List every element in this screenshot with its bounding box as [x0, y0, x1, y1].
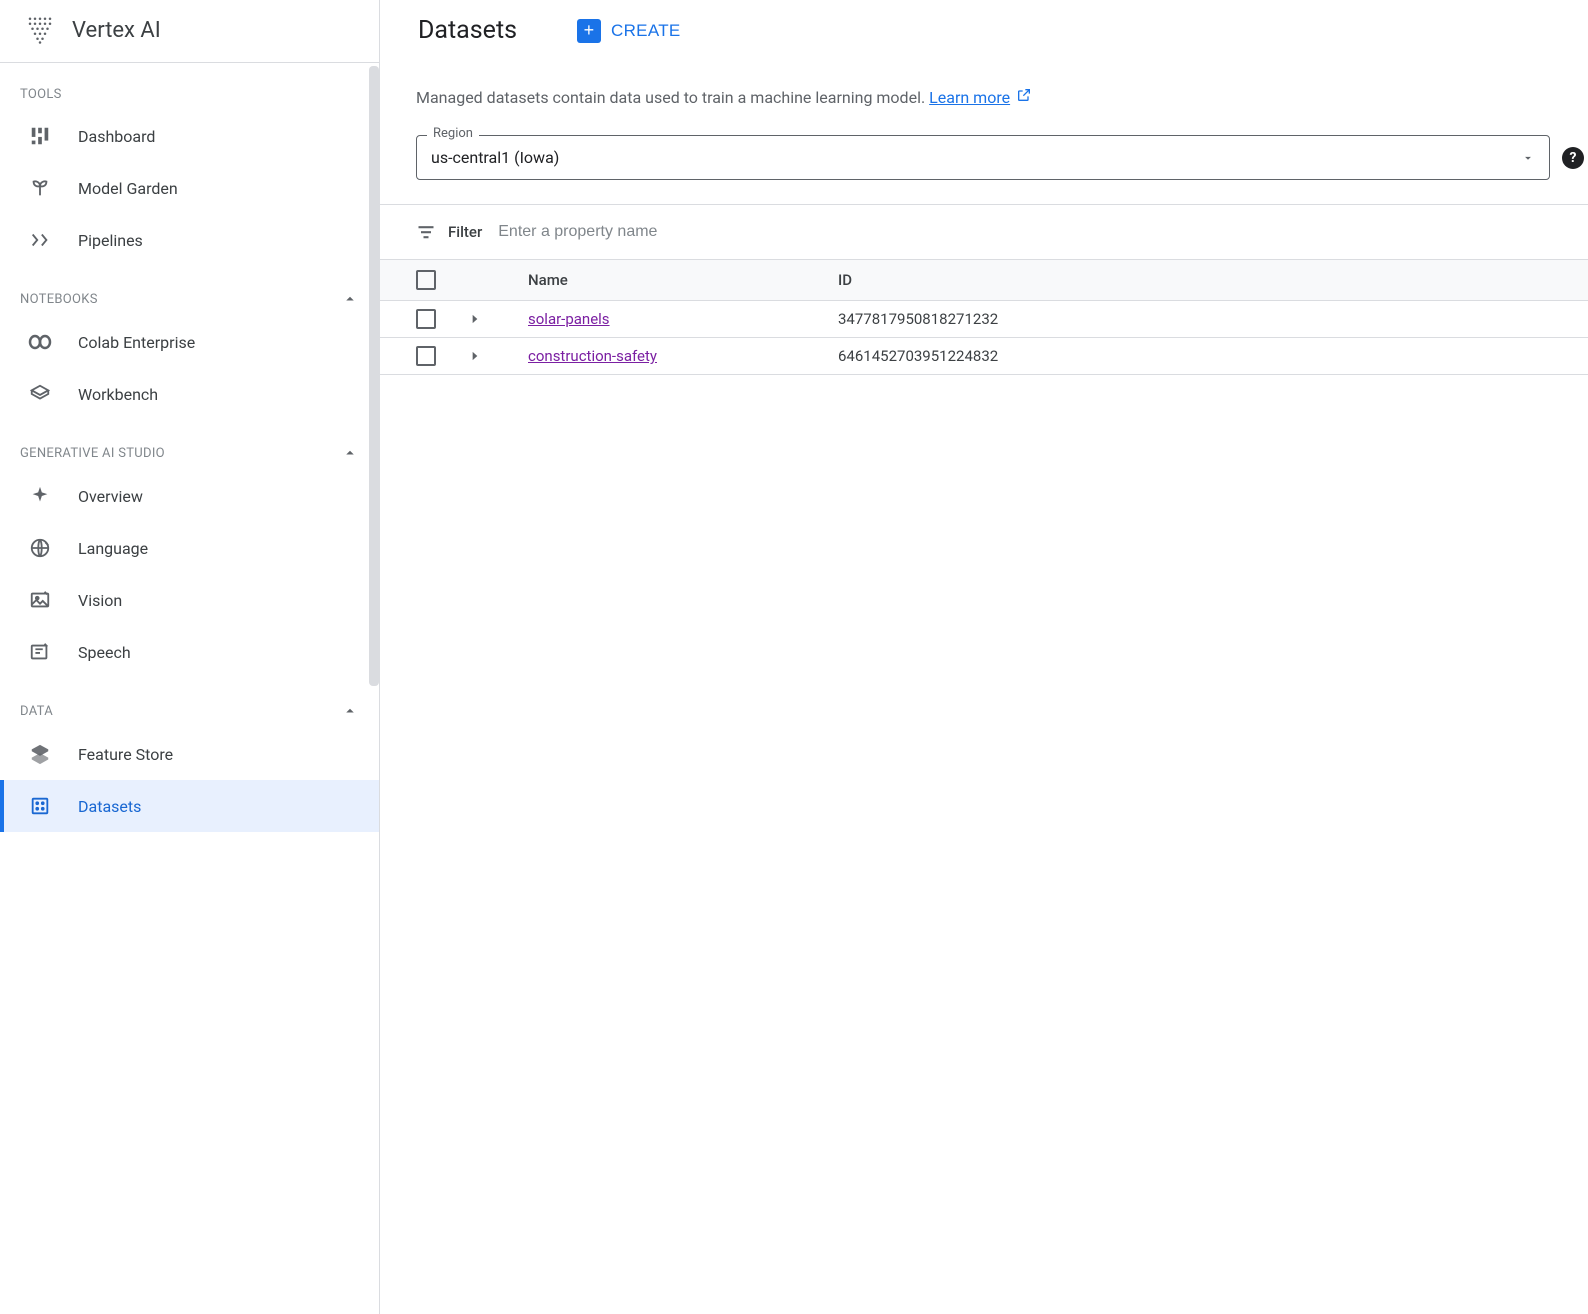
- chevron-up-icon: [341, 290, 359, 308]
- sidebar-item-datasets[interactable]: Datasets: [0, 780, 379, 832]
- region-row: Region us-central1 (Iowa) ?: [380, 107, 1588, 205]
- sidebar-item-label: Feature Store: [78, 745, 173, 764]
- sidebar-item-label: Model Garden: [78, 179, 178, 198]
- row-checkbox[interactable]: [416, 309, 436, 329]
- language-icon: [28, 536, 52, 560]
- main-content: Datasets + CREATE Managed datasets conta…: [380, 0, 1588, 1314]
- sidebar-item-label: Dashboard: [78, 127, 155, 146]
- select-all-checkbox[interactable]: [416, 270, 436, 290]
- dropdown-arrow-icon: [1521, 151, 1535, 165]
- help-icon[interactable]: ?: [1562, 147, 1584, 169]
- learn-more-link[interactable]: Learn more: [929, 88, 1010, 107]
- page-title: Datasets: [418, 16, 517, 45]
- column-header-name[interactable]: Name: [528, 271, 838, 289]
- dataset-name-link[interactable]: solar-panels: [528, 310, 610, 328]
- sidebar-item-pipelines[interactable]: Pipelines: [0, 214, 379, 266]
- expand-arrow-icon[interactable]: [468, 312, 482, 326]
- region-field-label: Region: [427, 126, 479, 141]
- sidebar-item-label: Datasets: [78, 797, 141, 816]
- create-button[interactable]: + CREATE: [577, 19, 681, 43]
- section-label-tools: TOOLS: [0, 63, 379, 110]
- sidebar-item-label: Overview: [78, 487, 143, 506]
- workbench-icon: [28, 382, 52, 406]
- sidebar: Vertex AI TOOLS Dashboard Model Garden P…: [0, 0, 380, 1314]
- sidebar-item-feature-store[interactable]: Feature Store: [0, 728, 379, 780]
- colab-icon: [28, 330, 52, 354]
- feature-store-icon: [28, 742, 52, 766]
- dataset-id: 6461452703951224832: [838, 347, 1552, 365]
- region-value: us-central1 (Iowa): [431, 148, 559, 167]
- filter-icon: [416, 222, 436, 242]
- sidebar-item-label: Workbench: [78, 385, 158, 404]
- expand-arrow-icon[interactable]: [468, 349, 482, 363]
- table-header: Name ID: [380, 259, 1588, 301]
- plus-icon: +: [577, 19, 601, 43]
- section-label-notebooks[interactable]: NOTEBOOKS: [0, 266, 379, 316]
- sidebar-item-speech[interactable]: Speech: [0, 626, 379, 678]
- pipelines-icon: [28, 228, 52, 252]
- sidebar-item-label: Vision: [78, 591, 122, 610]
- sidebar-item-vision[interactable]: Vision: [0, 574, 379, 626]
- sidebar-item-colab-enterprise[interactable]: Colab Enterprise: [0, 316, 379, 368]
- filter-row: Filter: [380, 205, 1588, 259]
- sidebar-item-label: Speech: [78, 643, 131, 662]
- dashboard-icon: [28, 124, 52, 148]
- datasets-table: Name ID solar-panels 3477817950818271232: [380, 259, 1588, 375]
- vertex-ai-logo: [24, 14, 56, 46]
- sidebar-item-dashboard[interactable]: Dashboard: [0, 110, 379, 162]
- sprout-icon: [28, 176, 52, 200]
- region-select[interactable]: Region us-central1 (Iowa): [416, 135, 1550, 180]
- sidebar-item-label: Language: [78, 539, 148, 558]
- sidebar-item-language[interactable]: Language: [0, 522, 379, 574]
- filter-label: Filter: [448, 223, 482, 241]
- column-header-id[interactable]: ID: [838, 271, 1552, 289]
- sidebar-content: TOOLS Dashboard Model Garden Pipelines N…: [0, 63, 379, 1314]
- sidebar-item-overview[interactable]: Overview: [0, 470, 379, 522]
- main-body: Managed datasets contain data used to tr…: [380, 59, 1588, 375]
- dataset-id: 3477817950818271232: [838, 310, 1552, 328]
- datasets-icon: [28, 794, 52, 818]
- table-row: construction-safety 6461452703951224832: [380, 338, 1588, 375]
- description-text: Managed datasets contain data used to tr…: [380, 87, 1588, 107]
- vision-icon: [28, 588, 52, 612]
- section-label-gen-ai-studio[interactable]: GENERATIVE AI STUDIO: [0, 420, 379, 470]
- section-label-data[interactable]: DATA: [0, 678, 379, 728]
- external-link-icon: [1016, 88, 1032, 107]
- chevron-up-icon: [341, 702, 359, 720]
- sidebar-item-workbench[interactable]: Workbench: [0, 368, 379, 420]
- sidebar-item-label: Pipelines: [78, 231, 143, 250]
- sidebar-item-model-garden[interactable]: Model Garden: [0, 162, 379, 214]
- row-checkbox[interactable]: [416, 346, 436, 366]
- sidebar-header: Vertex AI: [0, 0, 379, 63]
- dataset-name-link[interactable]: construction-safety: [528, 347, 657, 365]
- sidebar-item-label: Colab Enterprise: [78, 333, 195, 352]
- product-name: Vertex AI: [72, 18, 161, 43]
- main-header: Datasets + CREATE: [380, 0, 1588, 59]
- speech-icon: [28, 640, 52, 664]
- sparkle-icon: [28, 484, 52, 508]
- filter-input[interactable]: [494, 219, 1558, 245]
- chevron-up-icon: [341, 444, 359, 462]
- table-row: solar-panels 3477817950818271232: [380, 301, 1588, 338]
